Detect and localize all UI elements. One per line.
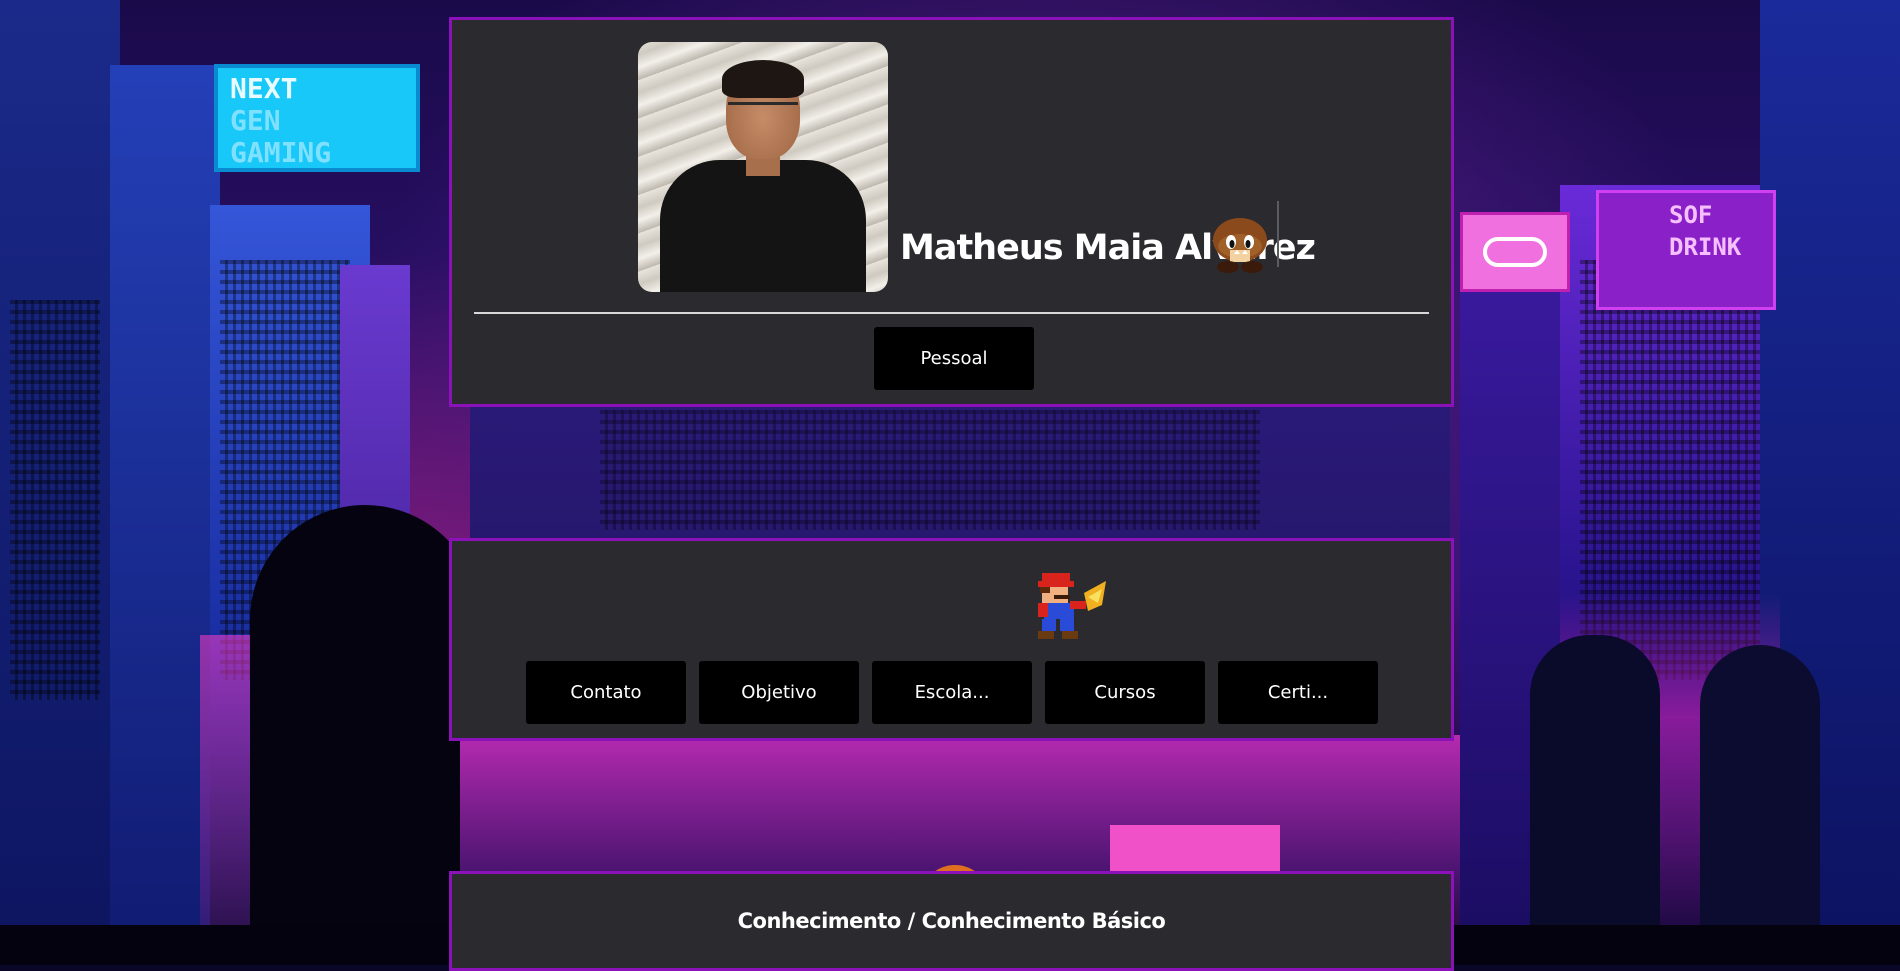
mario-icon [1038,573,1106,639]
photo-person-body [660,160,866,292]
skills-card: Conhecimento / Conhecimento Básico [449,871,1454,971]
profile-card: Matheus Maia Alvarez Pessoal [449,17,1454,407]
skills-title: Conhecimento / Conhecimento Básico [737,909,1166,933]
sign-line: DRINK [1669,233,1742,261]
cursos-button[interactable]: Cursos [1045,661,1205,724]
neon-sign: NEXT GEN GAMING [214,64,420,172]
tab-pessoal[interactable]: Pessoal [874,327,1034,390]
sign-line: GAMING [230,136,332,169]
objetivo-button[interactable]: Objetivo [699,661,859,724]
profile-photo [638,42,888,292]
photo-person-glasses [728,102,798,119]
escolaridade-button[interactable]: Escola... [872,661,1032,724]
gamepad-icon [1483,237,1547,267]
profile-divider [474,312,1429,314]
contato-button[interactable]: Contato [526,661,686,724]
gamepad-sign [1460,212,1570,292]
bg-silhouette [250,505,480,965]
bg-windows [10,300,100,700]
bg-character-silhouette [1530,635,1660,965]
drink-sign: SOF DRINK [1596,190,1776,310]
text-cursor [1277,201,1279,267]
sign-line: SOF [1669,201,1713,229]
bg-windows [600,410,1260,530]
bg-character-silhouette [1700,645,1820,965]
sign-line: NEXT [230,72,298,105]
sections-card: Contato Objetivo Escola... Cursos Certi.… [449,538,1454,741]
sign-line: GEN [230,104,281,137]
goomba-icon [1213,218,1267,273]
certificados-button[interactable]: Certi... [1218,661,1378,724]
photo-person-hair [722,60,804,98]
